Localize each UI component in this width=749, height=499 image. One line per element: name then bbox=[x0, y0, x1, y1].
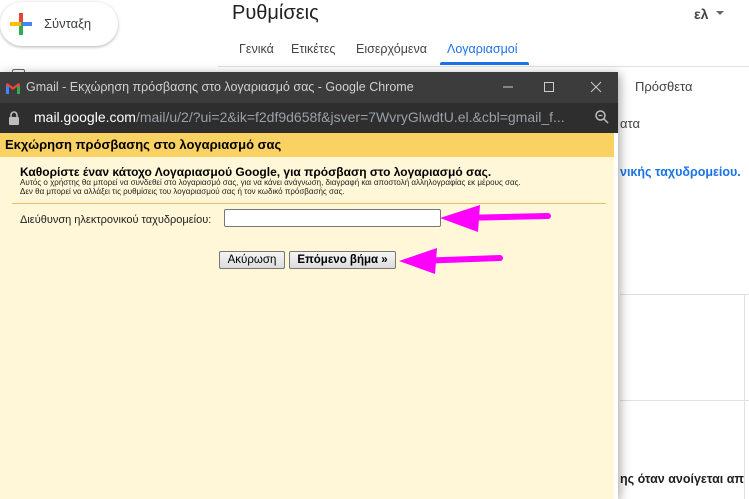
tab-fragment[interactable]: ατα bbox=[620, 116, 640, 131]
annotation-arrow bbox=[440, 205, 551, 232]
compose-button[interactable]: Σύνταξη bbox=[0, 2, 118, 46]
chrome-popup-window: Gmail - Εκχώρηση πρόσβασης στο λογαριασμ… bbox=[0, 72, 618, 499]
page-title: Ρυθμίσεις bbox=[232, 2, 319, 24]
plus-icon bbox=[10, 13, 32, 35]
tabs-divider bbox=[218, 66, 749, 67]
settings-link[interactable]: νικής ταχυδρομείου. bbox=[620, 165, 741, 179]
url-domain: mail.google.com bbox=[34, 109, 136, 125]
email-field[interactable] bbox=[224, 209, 441, 227]
divider bbox=[620, 294, 749, 295]
dialog-header: Εκχώρηση πρόσβασης στο λογαριασμό σας bbox=[0, 133, 614, 157]
maximize-icon[interactable] bbox=[538, 76, 560, 98]
window-title: Gmail - Εκχώρηση πρόσβασης στο λογαριασμ… bbox=[26, 80, 414, 94]
dialog-note-2: Δεν θα μπορεί να αλλάξει τις ρυθμίσεις τ… bbox=[20, 187, 345, 196]
dialog-content: Εκχώρηση πρόσβασης στο λογαριασμό σας Κα… bbox=[0, 133, 618, 499]
close-icon[interactable] bbox=[585, 76, 607, 98]
language-selector[interactable]: ελ bbox=[694, 6, 708, 22]
settings-text: ης όταν ανοίγεται απ bbox=[620, 472, 744, 486]
tab-addons[interactable]: Πρόσθετα bbox=[635, 79, 693, 94]
gmail-icon bbox=[6, 83, 20, 94]
active-tab-indicator bbox=[440, 62, 529, 65]
dialog-note-1: Αυτός ο χρήστης θα μπορεί να συνδεθεί στ… bbox=[20, 178, 521, 187]
tab-labels[interactable]: Ετικέτες bbox=[291, 42, 335, 56]
divider bbox=[620, 400, 749, 401]
next-step-button[interactable]: Επόμενο βήμα » bbox=[289, 251, 396, 269]
annotation-arrow bbox=[399, 248, 503, 274]
cancel-button[interactable]: Ακύρωση bbox=[219, 251, 285, 269]
divider bbox=[744, 294, 745, 499]
chevron-down-icon[interactable] bbox=[716, 11, 724, 15]
compose-label: Σύνταξη bbox=[44, 16, 92, 31]
tab-accounts[interactable]: Λογαριασμοί bbox=[447, 42, 518, 56]
dialog-title: Εκχώρηση πρόσβασης στο λογαριασμό σας bbox=[5, 137, 282, 152]
email-label: Διεύθυνση ηλεκτρονικού ταχυδρομείου: bbox=[20, 214, 212, 226]
tab-general[interactable]: Γενικά bbox=[239, 42, 274, 56]
url-path: /mail/u/2/?ui=2&ik=f2df9d658f&jsver=7Wvr… bbox=[135, 109, 565, 125]
minimize-icon[interactable] bbox=[497, 76, 519, 98]
lock-icon[interactable] bbox=[8, 111, 20, 125]
url-text[interactable]: mail.google.com/mail/u/2/?ui=2&ik=f2df9d… bbox=[34, 109, 582, 125]
dialog-intro: Καθορίστε έναν κάτοχο Λογαριασμού Google… bbox=[20, 165, 492, 179]
tab-inbox[interactable]: Εισερχόμενα bbox=[356, 42, 427, 56]
zoom-icon[interactable] bbox=[594, 109, 610, 125]
